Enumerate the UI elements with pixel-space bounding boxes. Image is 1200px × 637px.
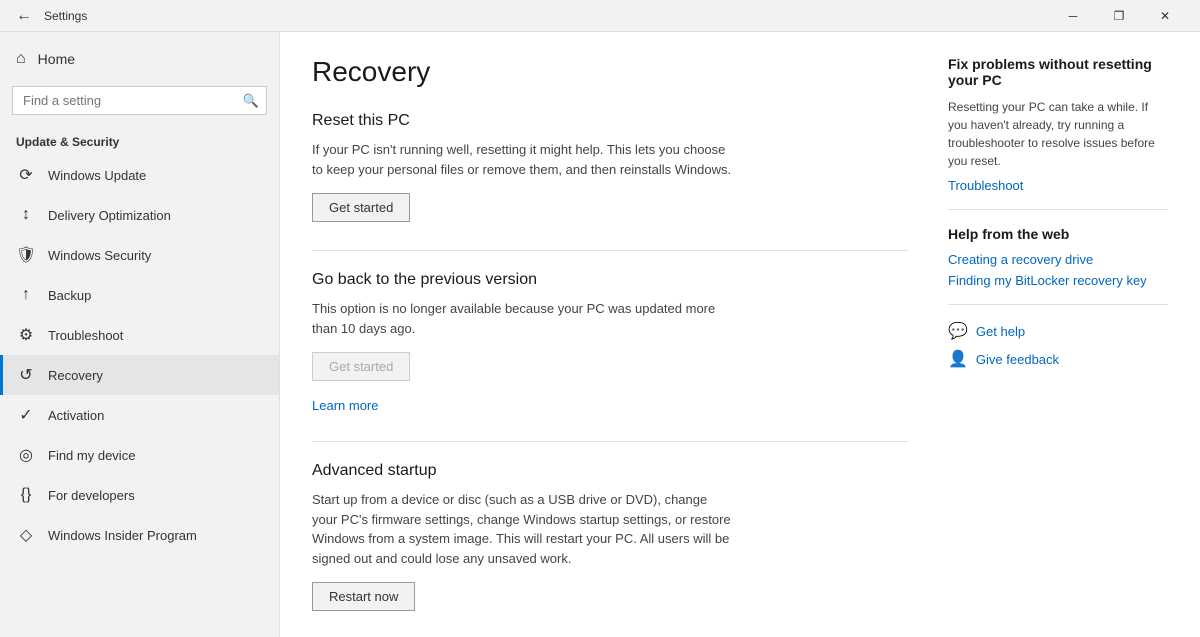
maximize-button[interactable]: ❐ (1096, 0, 1142, 32)
troubleshoot-icon: ⚙ (16, 325, 36, 345)
sidebar-item-delivery-optimization[interactable]: ↕ Delivery Optimization (0, 195, 279, 235)
sidebar-item-label-delivery-optimization: Delivery Optimization (48, 208, 171, 223)
page-title: Recovery (312, 56, 908, 88)
sidebar-item-label-windows-security: Windows Security (48, 248, 151, 263)
sidebar-item-windows-update[interactable]: ⟳ Windows Update (0, 155, 279, 195)
troubleshoot-link[interactable]: Troubleshoot (948, 178, 1168, 193)
windows-security-icon: 🛡 (16, 245, 36, 265)
recovery-icon: ↺ (16, 365, 36, 385)
sidebar: ⌂ Home 🔍 Update & Security ⟳ Windows Upda… (0, 32, 280, 637)
sidebar-item-recovery[interactable]: ↺ Recovery (0, 355, 279, 395)
minimize-button[interactable]: ─ (1050, 0, 1096, 32)
reset-pc-desc: If your PC isn't running well, resetting… (312, 140, 732, 179)
windows-insider-icon: ◇ (16, 525, 36, 545)
titlebar-title: Settings (44, 9, 1050, 23)
delivery-optimization-icon: ↕ (16, 205, 36, 225)
right-divider-2 (948, 304, 1168, 305)
sidebar-nav: ⟳ Windows Update ↕ Delivery Optimization 🛡 Wi… (0, 155, 279, 555)
advanced-startup-desc: Start up from a device or disc (such as … (312, 490, 732, 568)
sidebar-item-troubleshoot[interactable]: ⚙ Troubleshoot (0, 315, 279, 355)
main-content: Recovery Reset this PC If your PC isn't … (280, 32, 1200, 637)
go-back-desc: This option is no longer available becau… (312, 299, 732, 338)
finding-bitlocker-link[interactable]: Finding my BitLocker recovery key (948, 273, 1168, 288)
sidebar-item-label-backup: Backup (48, 288, 91, 303)
reset-pc-button[interactable]: Get started (312, 193, 410, 222)
go-back-button[interactable]: Get started (312, 352, 410, 381)
advanced-startup-title: Advanced startup (312, 462, 908, 480)
give-feedback-row[interactable]: 👤 Give feedback (948, 349, 1168, 369)
search-box: 🔍 (12, 86, 267, 115)
divider-2 (312, 441, 908, 442)
sidebar-home-label: Home (38, 51, 75, 67)
restart-now-button[interactable]: Restart now (312, 582, 415, 611)
right-divider-1 (948, 209, 1168, 210)
windows-update-icon: ⟳ (16, 165, 36, 185)
sidebar-item-label-windows-insider: Windows Insider Program (48, 528, 197, 543)
app-body: ⌂ Home 🔍 Update & Security ⟳ Windows Upda… (0, 32, 1200, 637)
sidebar-item-find-my-device[interactable]: ◎ Find my device (0, 435, 279, 475)
give-feedback-link[interactable]: Give feedback (976, 352, 1059, 367)
sidebar-item-label-for-developers: For developers (48, 488, 135, 503)
sidebar-item-label-recovery: Recovery (48, 368, 103, 383)
sidebar-item-label-windows-update: Windows Update (48, 168, 146, 183)
creating-recovery-drive-link[interactable]: Creating a recovery drive (948, 252, 1168, 267)
sidebar-item-backup[interactable]: ↑ Backup (0, 275, 279, 315)
home-icon: ⌂ (16, 50, 26, 68)
learn-more-link[interactable]: Learn more (312, 398, 378, 413)
divider-1 (312, 250, 908, 251)
back-button[interactable]: ← (12, 4, 36, 28)
section-advanced-startup: Advanced startup Start up from a device … (312, 462, 908, 611)
sidebar-item-home[interactable]: ⌂ Home (0, 40, 279, 78)
section-reset-pc: Reset this PC If your PC isn't running w… (312, 112, 908, 222)
window-controls: ─ ❐ ✕ (1050, 0, 1188, 32)
fix-section-title: Fix problems without resetting your PC (948, 56, 1168, 88)
get-help-link[interactable]: Get help (976, 324, 1025, 339)
get-help-row[interactable]: 💬 Get help (948, 321, 1168, 341)
get-help-icon: 💬 (948, 321, 968, 341)
search-input[interactable] (12, 86, 267, 115)
sidebar-item-for-developers[interactable]: {} For developers (0, 475, 279, 515)
activation-icon: ✓ (16, 405, 36, 425)
titlebar: ← Settings ─ ❐ ✕ (0, 0, 1200, 32)
sidebar-item-label-find-my-device: Find my device (48, 448, 135, 463)
reset-pc-title: Reset this PC (312, 112, 908, 130)
sidebar-item-windows-insider[interactable]: ◇ Windows Insider Program (0, 515, 279, 555)
section-go-back: Go back to the previous version This opt… (312, 271, 908, 413)
content-right: Fix problems without resetting your PC R… (948, 56, 1168, 613)
sidebar-item-windows-security[interactable]: 🛡 Windows Security (0, 235, 279, 275)
give-feedback-icon: 👤 (948, 349, 968, 369)
search-icon: 🔍 (243, 93, 259, 109)
sidebar-section-label: Update & Security (0, 123, 279, 155)
fix-section-desc: Resetting your PC can take a while. If y… (948, 98, 1168, 170)
go-back-title: Go back to the previous version (312, 271, 908, 289)
close-button[interactable]: ✕ (1142, 0, 1188, 32)
help-section-title: Help from the web (948, 226, 1168, 242)
backup-icon: ↑ (16, 285, 36, 305)
find-my-device-icon: ◎ (16, 445, 36, 465)
sidebar-item-label-troubleshoot: Troubleshoot (48, 328, 123, 343)
sidebar-item-label-activation: Activation (48, 408, 104, 423)
for-developers-icon: {} (16, 485, 36, 505)
sidebar-item-activation[interactable]: ✓ Activation (0, 395, 279, 435)
content-left: Recovery Reset this PC If your PC isn't … (312, 56, 908, 613)
